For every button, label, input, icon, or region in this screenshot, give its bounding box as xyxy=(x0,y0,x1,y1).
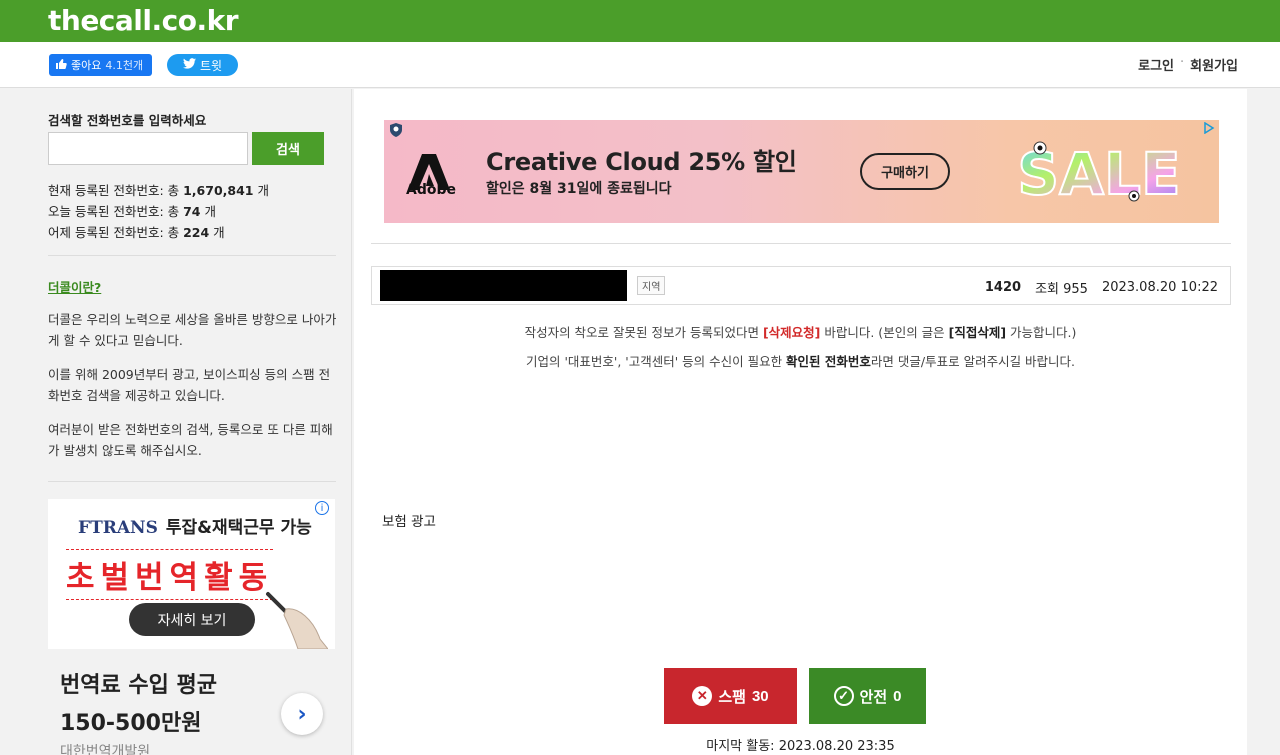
signup-link[interactable]: 회원가입 xyxy=(1190,55,1238,74)
fb-like-label: 좋아요 xyxy=(71,59,102,72)
auth-links: 로그인 · 회원가입 xyxy=(1138,55,1238,74)
about-paragraph: 여러분이 받은 전화번호의 검색, 등록으로 또 다른 피해가 발생치 않도록 … xyxy=(48,422,333,458)
pen-hand-illustration xyxy=(266,592,328,649)
post-header: 지역 1420 조회 955 2023.08.20 10:22 xyxy=(371,266,1231,305)
main-content: Adobe Creative Cloud 25% 할인 할인은 8월 31일에 … xyxy=(354,89,1247,755)
thumbs-up-icon xyxy=(55,58,67,73)
about-link[interactable]: 더콜이란? xyxy=(48,277,101,296)
site-logo[interactable]: thecall.co.kr xyxy=(48,4,239,37)
tweet-button[interactable]: 트윗 xyxy=(167,54,238,76)
sale-graphic: SALE xyxy=(1016,139,1181,209)
ftrans-logo: FTRANS xyxy=(78,518,158,538)
ad-headline: 초벌번역활동 xyxy=(66,549,274,600)
search-heading: 검색할 전화번호를 입력하세요 xyxy=(48,113,207,128)
close-circle-icon: ✕ xyxy=(692,686,713,706)
stat-total: 현재 등록된 전화번호: 총 1,670,841 개 xyxy=(48,183,269,198)
safe-label: 안전 xyxy=(859,688,888,706)
sidebar-divider xyxy=(48,255,336,256)
fb-like-count: 4.1천개 xyxy=(105,59,144,72)
top-header: thecall.co.kr xyxy=(0,0,1280,42)
phone-search-input[interactable] xyxy=(48,132,248,165)
ad-header: FTRANS 투잡&재택근무 가능 xyxy=(78,513,312,538)
safe-count: 0 xyxy=(893,687,902,705)
post-number: 1420 xyxy=(984,280,1022,295)
tweet-label: 트윗 xyxy=(199,58,223,73)
ad-subtitle: 할인은 8월 31일에 종료됩니다 xyxy=(486,181,672,197)
ad-bottom-panel: 번역료 수입 평균 150-500만원 대한번역개발원 › xyxy=(48,649,335,755)
login-link[interactable]: 로그인 xyxy=(1138,55,1174,74)
top-banner-ad[interactable]: Adobe Creative Cloud 25% 할인 할인은 8월 31일에 … xyxy=(384,120,1219,223)
sidebar-divider xyxy=(48,481,336,482)
stat-today: 오늘 등록된 전화번호: 총 74 개 xyxy=(48,204,216,219)
right-gutter xyxy=(1247,89,1280,755)
region-tag[interactable]: 지역 xyxy=(637,276,666,295)
last-activity: 마지막 활동: 2023.08.20 23:35 xyxy=(706,739,895,754)
buy-button[interactable]: 구매하기 xyxy=(860,153,950,190)
ad-detail-button[interactable]: 자세히 보기 xyxy=(129,603,255,636)
post-views: 조회 955 xyxy=(1035,282,1088,297)
post-datetime: 2023.08.20 10:22 xyxy=(1101,280,1218,295)
notice-line-2: 기업의 '대표번호', '고객센터' 등의 수신이 필요한 확인된 전화번호라면… xyxy=(525,354,1076,369)
facebook-like-button[interactable]: 좋아요 4.1천개 xyxy=(49,54,152,76)
redacted-phone-number xyxy=(380,270,627,301)
ad-title: Creative Cloud 25% 할인 xyxy=(486,148,797,176)
notice-line-1: 작성자의 착오로 잘못된 정보가 등록되었다면 [삭제요청] 바랍니다. (본인… xyxy=(524,325,1077,340)
about-paragraph: 이를 위해 2009년부터 광고, 보이스피싱 등의 스팸 전화번호 검색을 제… xyxy=(48,367,331,403)
ad-tagline: 투잡&재택근무 가능 xyxy=(165,518,312,538)
ad-income-range: 150-500만원 xyxy=(60,711,202,736)
spam-vote-button[interactable]: ✕ 스팸 30 xyxy=(664,668,797,724)
ad-choices-icon[interactable] xyxy=(1203,122,1215,134)
delete-request-link[interactable]: [삭제요청] xyxy=(763,325,820,340)
spam-label: 스팸 xyxy=(718,688,746,706)
safe-vote-button[interactable]: ✓ 안전 0 xyxy=(809,668,926,724)
content-divider xyxy=(371,243,1231,244)
spam-count: 30 xyxy=(751,687,769,705)
ad-income-label: 번역료 수입 평균 xyxy=(60,673,217,698)
auth-separator: · xyxy=(1180,55,1185,70)
ad-shield-icon xyxy=(390,123,402,137)
sidebar-ad[interactable]: i FTRANS 투잡&재택근무 가능 초벌번역활동 자세히 보기 번역료 수입… xyxy=(48,499,335,755)
stat-yesterday: 어제 등록된 전화번호: 총 224 개 xyxy=(48,225,225,240)
adobe-wordmark: Adobe xyxy=(406,182,456,198)
search-button[interactable]: 검색 xyxy=(252,132,324,165)
post-meta: 1420 조회 955 2023.08.20 10:22 xyxy=(985,278,1218,297)
sidebar: 검색할 전화번호를 입력하세요 검색 현재 등록된 전화번호: 총 1,670,… xyxy=(0,89,352,755)
ad-advertiser: 대한번역개발원 xyxy=(60,744,151,755)
registration-stats: 현재 등록된 전화번호: 총 1,670,841 개 오늘 등록된 전화번호: … xyxy=(48,180,269,243)
check-circle-icon: ✓ xyxy=(833,686,854,706)
post-body: 보험 광고 xyxy=(382,514,436,530)
ad-info-icon[interactable]: i xyxy=(315,501,329,515)
chevron-right-icon[interactable]: › xyxy=(281,693,323,735)
social-bar: 좋아요 4.1천개 트윗 로그인 · 회원가입 xyxy=(0,42,1280,88)
twitter-bird-icon xyxy=(182,58,196,72)
about-paragraph: 더콜은 우리의 노력으로 세상을 올바른 방향으로 나아가게 할 수 있다고 믿… xyxy=(48,312,337,348)
self-delete-link[interactable]: [직접삭제] xyxy=(949,325,1006,340)
